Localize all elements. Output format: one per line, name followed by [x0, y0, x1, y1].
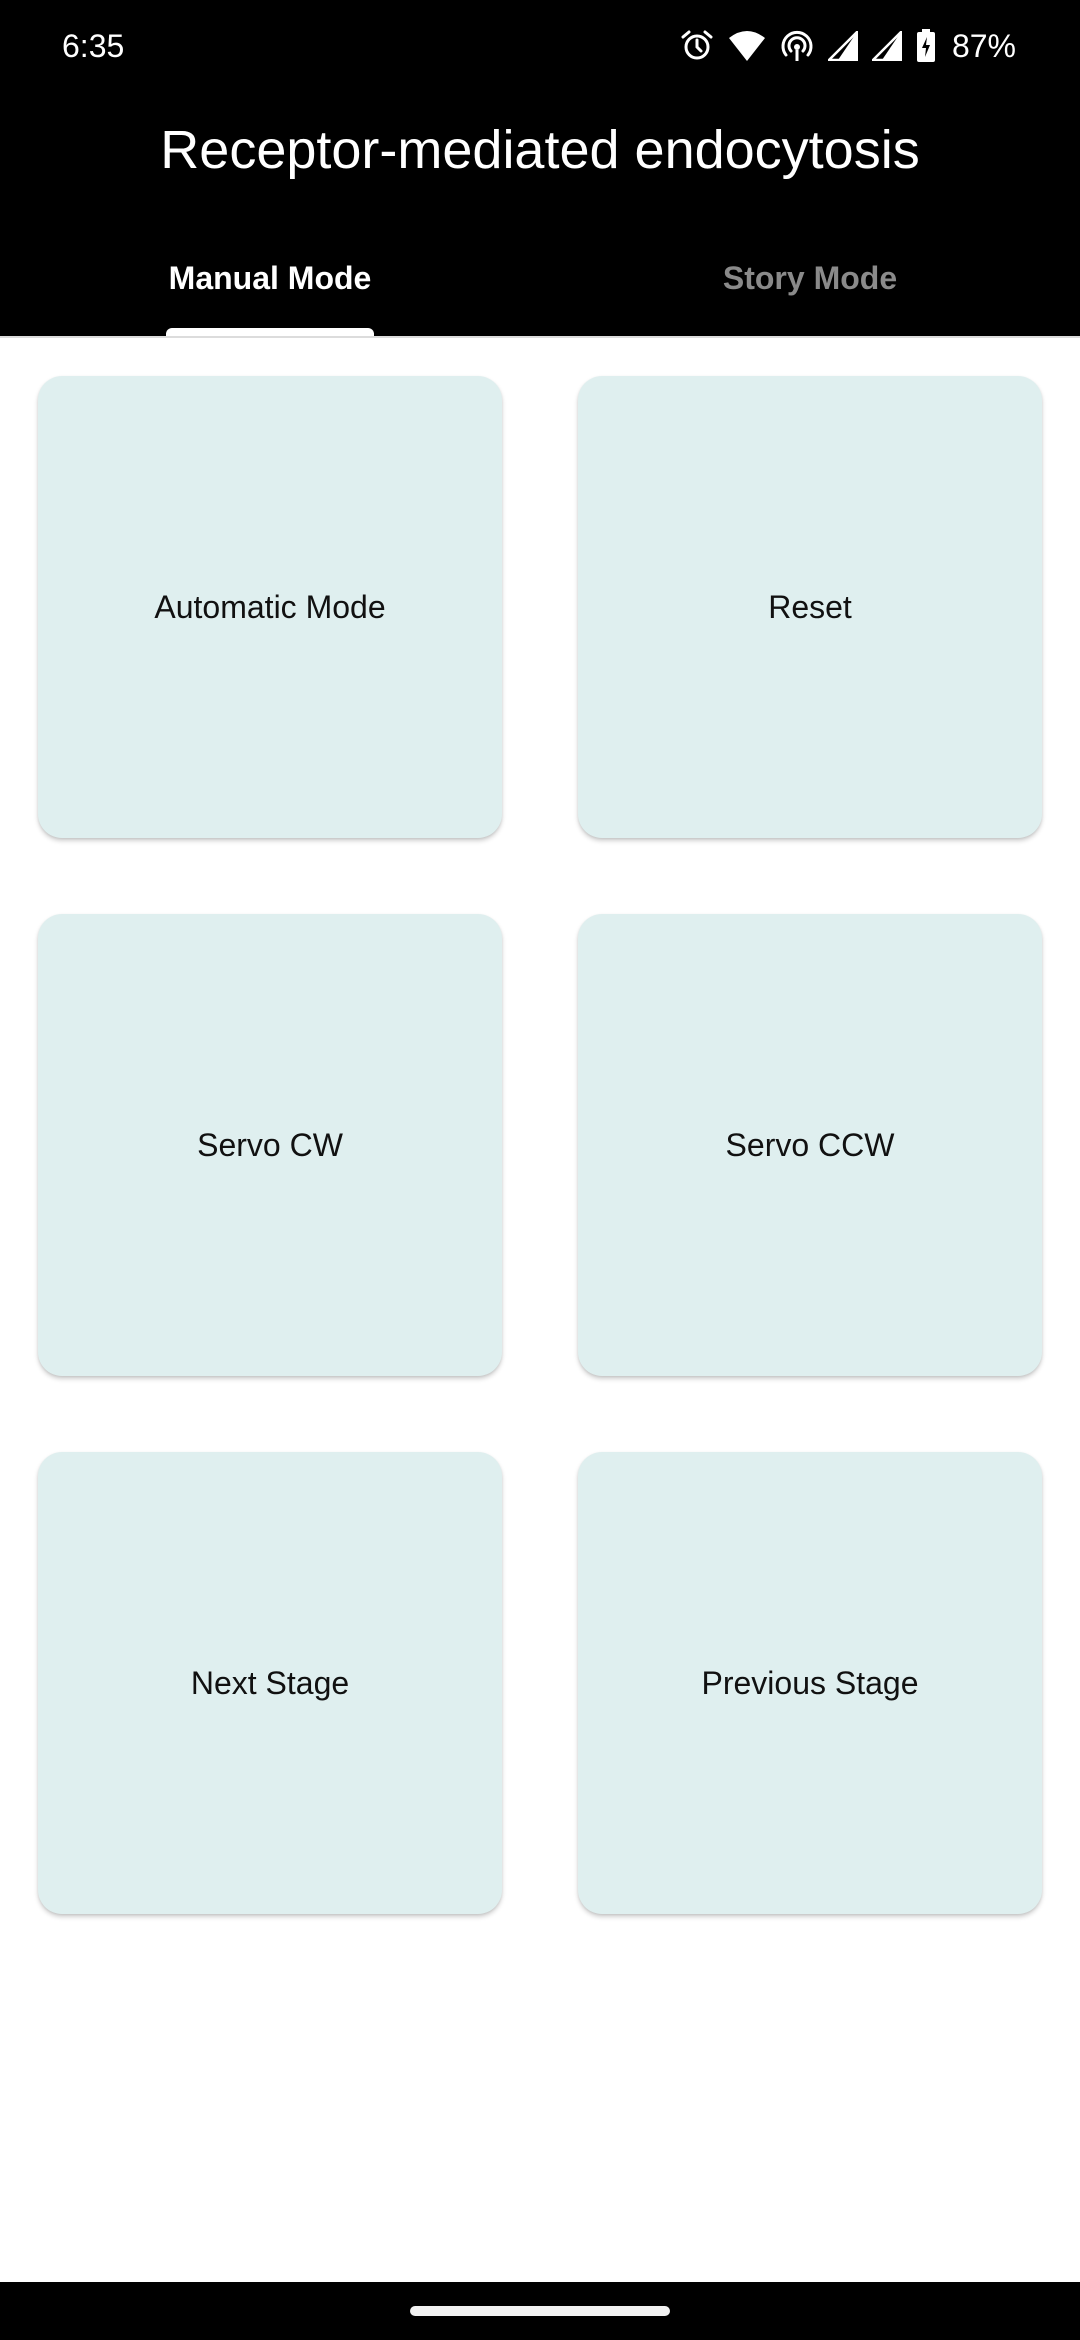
signal-icon	[871, 31, 902, 61]
button-label: Next Stage	[190, 1665, 350, 1701]
button-label: Servo CW	[197, 1127, 343, 1163]
signal-icon	[827, 31, 858, 61]
page-title: Receptor-mediated endocytosis	[160, 120, 920, 180]
status-icons: 87%	[680, 24, 1016, 68]
servo-cw-button[interactable]: Servo CW	[38, 914, 502, 1376]
servo-ccw-button[interactable]: Servo CCW	[578, 914, 1042, 1376]
previous-stage-button[interactable]: Previous Stage	[578, 1452, 1042, 1914]
button-label: Servo CCW	[725, 1127, 895, 1163]
control-grid: Automatic Mode Reset Servo CW Servo CCW …	[38, 376, 1042, 1914]
next-stage-button[interactable]: Next Stage	[38, 1452, 502, 1914]
battery-charging-icon	[916, 29, 936, 63]
button-label: Reset	[768, 589, 852, 625]
tab-label: Story Mode	[722, 260, 898, 296]
wifi-icon	[728, 30, 766, 62]
status-time: 6:35	[62, 28, 125, 64]
tab-bar: Manual Mode Story Mode	[0, 238, 1080, 336]
automatic-mode-button[interactable]: Automatic Mode	[38, 376, 502, 838]
navigation-bar	[0, 2282, 1080, 2340]
alarm-icon	[680, 29, 714, 63]
status-bar: 6:35 87%	[0, 0, 1080, 92]
hotspot-icon	[780, 29, 814, 63]
battery-percent: 87%	[951, 28, 1016, 64]
home-handle[interactable]	[410, 2306, 670, 2316]
tab-indicator	[166, 328, 374, 336]
tab-story-mode[interactable]: Story Mode	[540, 238, 1080, 336]
button-label: Automatic Mode	[154, 589, 386, 625]
button-label: Previous Stage	[701, 1665, 919, 1701]
tab-manual-mode[interactable]: Manual Mode	[0, 238, 540, 336]
tab-label: Manual Mode	[168, 260, 372, 296]
reset-button[interactable]: Reset	[578, 376, 1042, 838]
app-bar: Receptor-mediated endocytosis Manual Mod…	[0, 92, 1080, 336]
divider	[0, 336, 1080, 338]
